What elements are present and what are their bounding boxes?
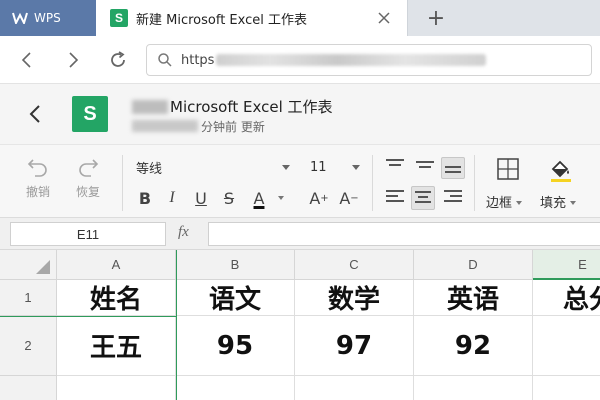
- cell-e2[interactable]: [533, 316, 600, 376]
- function-icon[interactable]: fx: [178, 224, 189, 241]
- chevron-down-icon[interactable]: [278, 196, 284, 200]
- bold-button[interactable]: B: [136, 184, 154, 212]
- chevron-down-icon: [352, 165, 360, 170]
- fill-label[interactable]: 填充: [540, 192, 577, 211]
- undo-icon: [27, 159, 47, 177]
- cell-d3[interactable]: [414, 376, 533, 400]
- chevron-left-icon: [21, 52, 31, 68]
- border-label[interactable]: 边框: [486, 192, 523, 211]
- select-all-triangle-icon: [36, 260, 50, 274]
- cell-reference-box[interactable]: E11: [10, 222, 166, 246]
- chevron-down-icon: [570, 201, 577, 205]
- align-top-icon[interactable]: [386, 159, 404, 175]
- column-header-d[interactable]: D: [414, 250, 533, 280]
- forward-button[interactable]: [62, 48, 86, 72]
- search-icon: [158, 53, 172, 67]
- formula-bar: E11 fx: [0, 218, 600, 250]
- column-header-b[interactable]: B: [176, 250, 295, 280]
- wps-home-tab[interactable]: WPS: [0, 0, 96, 36]
- column-header-e[interactable]: E: [533, 250, 600, 280]
- font-color-button[interactable]: A: [248, 184, 270, 212]
- cell-b2[interactable]: 95: [176, 316, 295, 376]
- font-size-select[interactable]: 11: [310, 157, 362, 177]
- align-right-icon[interactable]: [444, 190, 462, 206]
- cell-a1[interactable]: 姓名: [57, 280, 176, 316]
- column-header-a[interactable]: A: [57, 250, 176, 280]
- wps-logo-icon: [12, 12, 28, 24]
- cell-c2[interactable]: 97: [295, 316, 414, 376]
- align-left-icon[interactable]: [386, 190, 404, 206]
- tab-excel-document[interactable]: S 新建 Microsoft Excel 工作表: [96, 0, 408, 36]
- undo-button[interactable]: 撤销: [26, 157, 50, 200]
- address-bar[interactable]: https: [146, 44, 592, 76]
- decrease-font-button[interactable]: A −: [338, 184, 360, 212]
- align-center-icon[interactable]: [411, 186, 435, 210]
- tab-bar: WPS S 新建 Microsoft Excel 工作表 +: [0, 0, 600, 36]
- increase-font-button[interactable]: A +: [308, 184, 330, 212]
- formula-input[interactable]: [208, 222, 600, 246]
- border-grid-icon: [497, 158, 519, 180]
- select-all-corner[interactable]: [0, 250, 57, 280]
- chevron-down-icon: [282, 165, 290, 170]
- border-button[interactable]: [496, 157, 520, 185]
- paint-bucket-icon: [551, 160, 571, 182]
- cell-e1[interactable]: 总分: [533, 280, 600, 316]
- chevron-down-icon: [516, 201, 523, 205]
- cell-c1[interactable]: 数学: [295, 280, 414, 316]
- reload-button[interactable]: [106, 48, 130, 72]
- wps-tab-label: WPS: [34, 11, 61, 25]
- tab-title: 新建 Microsoft Excel 工作表: [136, 12, 307, 28]
- blurred-name: [132, 100, 168, 114]
- redo-icon: [79, 159, 99, 177]
- redo-button[interactable]: 恢复: [76, 157, 100, 200]
- cell-a3[interactable]: [57, 376, 176, 400]
- column-header-c[interactable]: C: [295, 250, 414, 280]
- column-a-border-highlight: [176, 250, 177, 400]
- row-1-border-highlight: [0, 316, 176, 317]
- back-button[interactable]: [14, 48, 38, 72]
- chevron-right-icon: [69, 52, 79, 68]
- navigation-bar: https: [0, 36, 600, 84]
- spreadsheet-doc-icon: S: [72, 96, 108, 132]
- row-header-2[interactable]: 2: [0, 316, 57, 376]
- back-arrow-icon[interactable]: [26, 102, 46, 126]
- new-tab-button[interactable]: +: [424, 6, 448, 31]
- row-header-3[interactable]: [0, 376, 57, 400]
- cell-b3[interactable]: [176, 376, 295, 400]
- font-name-select[interactable]: 等线: [136, 157, 292, 177]
- cell-e3[interactable]: [533, 376, 600, 400]
- spreadsheet-icon: S: [110, 9, 128, 27]
- ribbon-divider: [474, 155, 475, 211]
- cell-d2[interactable]: 92: [414, 316, 533, 376]
- url-text: https: [181, 52, 215, 68]
- underline-button[interactable]: U: [192, 184, 210, 212]
- cell-b1[interactable]: 语文: [176, 280, 295, 316]
- close-tab-icon[interactable]: [377, 11, 391, 25]
- spreadsheet-grid: A B C D E 1 2 姓名 语文 数学 英语 总分 王五 95 97 92: [0, 250, 600, 400]
- strikethrough-button[interactable]: S: [220, 184, 238, 212]
- fill-color-button[interactable]: [548, 157, 574, 187]
- align-bottom-icon[interactable]: [441, 157, 465, 179]
- document-title[interactable]: Microsoft Excel 工作表: [132, 96, 333, 117]
- cell-c3[interactable]: [295, 376, 414, 400]
- blurred-url: [216, 54, 487, 66]
- cell-d1[interactable]: 英语: [414, 280, 533, 316]
- document-modified-time: 分钟前 更新: [132, 118, 265, 135]
- italic-button[interactable]: I: [164, 184, 180, 212]
- reload-icon: [111, 51, 125, 67]
- cell-a2[interactable]: 王五: [57, 316, 176, 376]
- align-middle-icon[interactable]: [416, 161, 434, 177]
- row-header-1[interactable]: 1: [0, 280, 57, 316]
- blurred-time: [132, 120, 198, 132]
- ribbon-divider: [122, 155, 123, 211]
- ribbon-divider: [372, 155, 373, 211]
- document-header: S Microsoft Excel 工作表 分钟前 更新: [0, 84, 600, 144]
